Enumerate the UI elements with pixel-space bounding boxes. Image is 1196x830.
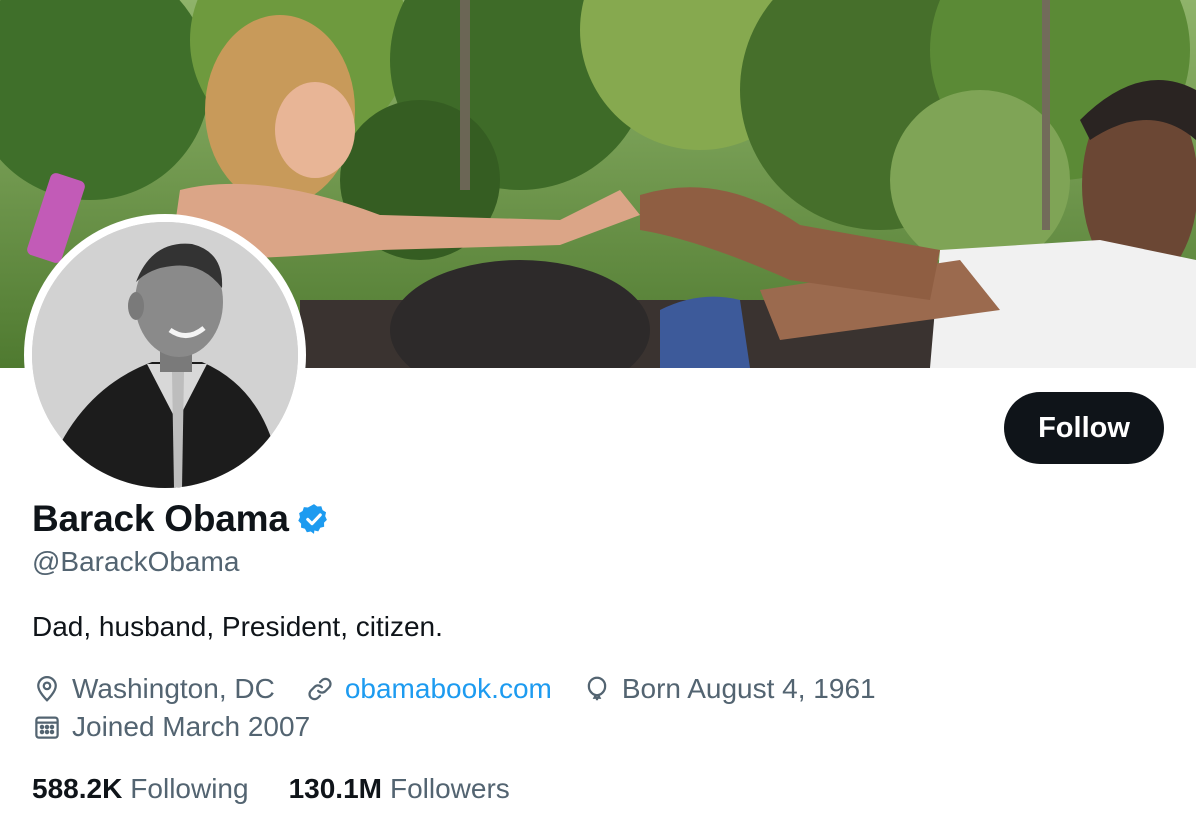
joined-item: Joined March 2007 bbox=[32, 711, 310, 743]
profile-meta-row-joined: Joined March 2007 bbox=[32, 711, 340, 743]
followers-label: Followers bbox=[389, 773, 510, 804]
location-text: Washington, DC bbox=[72, 673, 275, 704]
balloon-icon bbox=[582, 674, 612, 704]
profile-meta-row: Washington, DC obamabook.com Born August… bbox=[32, 673, 906, 705]
link-icon bbox=[305, 674, 335, 704]
website-item: obamabook.com bbox=[305, 673, 552, 705]
followers-stat[interactable]: 130.1M Followers bbox=[289, 773, 510, 805]
avatar-photo bbox=[32, 222, 298, 488]
location-pin-icon bbox=[32, 674, 62, 704]
following-count: 588.2K bbox=[32, 773, 123, 804]
birthday-item: Born August 4, 1961 bbox=[582, 673, 876, 705]
profile-bio: Dad, husband, President, citizen. bbox=[32, 611, 443, 642]
display-name: Barack Obama bbox=[32, 498, 289, 539]
following-stat[interactable]: 588.2K Following bbox=[32, 773, 249, 805]
profile-header: Follow Barack Obama @BarackObama Dad, hu… bbox=[0, 0, 1196, 830]
joined-text: Joined March 2007 bbox=[72, 711, 311, 742]
followers-count: 130.1M bbox=[288, 773, 382, 804]
follow-stats: 588.2K Following 130.1M Followers bbox=[32, 773, 550, 805]
following-label: Following bbox=[130, 773, 249, 804]
birthday-text: Born August 4, 1961 bbox=[621, 673, 876, 704]
website-link[interactable]: obamabook.com bbox=[345, 673, 552, 705]
profile-avatar[interactable] bbox=[24, 214, 306, 496]
follow-button[interactable]: Follow bbox=[1004, 392, 1164, 464]
user-handle: @BarackObama bbox=[32, 546, 240, 577]
verified-badge-icon[interactable] bbox=[297, 502, 331, 536]
calendar-icon bbox=[32, 712, 62, 742]
name-row: Barack Obama bbox=[32, 498, 331, 540]
location-item: Washington, DC bbox=[32, 673, 275, 705]
